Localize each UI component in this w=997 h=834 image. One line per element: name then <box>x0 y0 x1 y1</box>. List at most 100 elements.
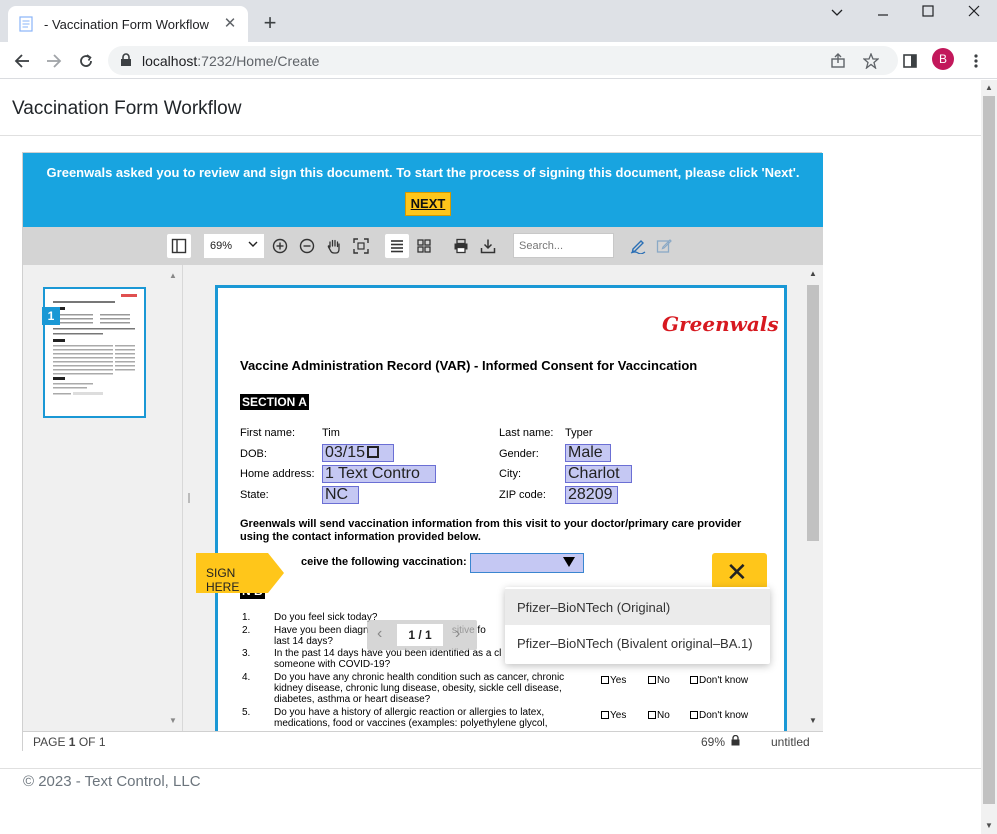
question-number: 5. <box>242 707 251 718</box>
page-thumbnail[interactable]: 1 <box>42 287 146 418</box>
reload-icon[interactable] <box>73 48 99 74</box>
banner-text: Greenwals asked you to review and sign t… <box>46 165 800 180</box>
zip-label: ZIP code: <box>499 489 546 501</box>
status-document-name: untitled <box>771 735 810 749</box>
profile-avatar[interactable]: B <box>932 48 954 70</box>
vaccination-options-dropdown: Pfizer–BioNTech (Original) Pfizer–BioNTe… <box>505 587 770 664</box>
question-number: 3. <box>242 648 251 659</box>
city-field[interactable]: Charlot <box>565 465 632 483</box>
thumbnail-pane: 1 <box>23 265 183 731</box>
document-title: Vaccine Administration Record (VAR) - In… <box>240 358 698 373</box>
sign-here-tag[interactable]: SIGN HERE <box>196 553 268 594</box>
first-name-label: First name: <box>240 427 296 439</box>
question-number: 1. <box>242 612 251 623</box>
zoom-select[interactable]: 69% <box>204 234 264 258</box>
chevron-down-icon <box>248 239 258 250</box>
thumb-scroll-down-icon[interactable]: ▼ <box>169 716 177 725</box>
calendar-icon <box>367 446 380 458</box>
thumbnail-page-number: 1 <box>42 307 60 325</box>
state-field[interactable]: NC <box>322 486 359 504</box>
close-window-icon[interactable] <box>951 4 997 26</box>
yes-checkbox[interactable]: Yes <box>601 675 626 686</box>
doc-scroll-up-icon[interactable]: ▲ <box>809 269 817 278</box>
edit-form-icon[interactable] <box>652 234 676 258</box>
browser-tab-bar: - Vaccination Form Workflow ✕ + <box>0 0 997 42</box>
info-paragraph: Greenwals will send vaccination informat… <box>240 518 742 543</box>
page-scrollbar-thumb[interactable] <box>983 96 995 804</box>
footer-text: © 2023 - Text Control, LLC <box>23 773 201 790</box>
document-icon <box>18 16 34 32</box>
toggle-sidebar-icon[interactable] <box>167 234 191 258</box>
single-page-view-icon[interactable] <box>385 234 409 258</box>
last-name-value: Typer <box>565 427 593 439</box>
zoom-out-icon[interactable] <box>295 234 319 258</box>
scroll-up-arrow-icon[interactable]: ▲ <box>983 82 995 94</box>
sign-here-arrow <box>268 553 284 593</box>
close-tab-icon[interactable]: ✕ <box>222 16 238 32</box>
zip-field[interactable]: 28209 <box>565 486 618 504</box>
clear-signature-button[interactable]: ✕ <box>712 553 767 589</box>
omnibox[interactable]: localhost:7232/Home/Create <box>108 46 898 75</box>
vaccination-dropdown[interactable] <box>470 553 584 573</box>
maximize-icon[interactable] <box>905 4 951 26</box>
forward-arrow-icon[interactable] <box>41 48 67 74</box>
document-scrollbar-thumb[interactable] <box>807 285 819 541</box>
dropdown-arrow-icon <box>563 557 575 567</box>
print-icon[interactable] <box>449 234 473 258</box>
share-icon[interactable] <box>828 51 848 71</box>
chevron-left-icon[interactable]: ‹ <box>377 625 382 643</box>
page-number-display: 1 / 1 <box>397 624 443 646</box>
no-checkbox[interactable]: No <box>648 710 670 721</box>
star-icon[interactable] <box>861 51 881 71</box>
search-input[interactable]: Search... <box>513 233 614 258</box>
document-page: Greenwals Vaccine Administration Record … <box>215 285 787 731</box>
status-page-indicator: PAGE 1 OF 1 <box>33 735 106 749</box>
close-icon: ✕ <box>726 557 748 587</box>
dropdown-option[interactable]: Pfizer–BioNTech (Bivalent original–BA.1) <box>505 625 770 661</box>
grid-view-icon[interactable] <box>412 234 436 258</box>
last-name-label: Last name: <box>499 427 554 439</box>
viewer-toolbar: 69% Search... <box>23 227 823 265</box>
minimize-icon[interactable] <box>860 4 906 26</box>
splitter-grip[interactable] <box>188 493 190 503</box>
chevron-right-icon[interactable]: › <box>455 625 460 643</box>
home-address-label: Home address: <box>240 468 315 480</box>
zoom-in-icon[interactable] <box>268 234 292 258</box>
dob-field[interactable]: 03/15 <box>322 444 394 462</box>
dropdown-option[interactable]: Pfizer–BioNTech (Original) <box>505 589 770 625</box>
pan-hand-icon[interactable] <box>322 234 346 258</box>
question-text: Do you have any chronic health condition… <box>274 672 565 705</box>
doc-scroll-down-icon[interactable]: ▼ <box>809 716 817 725</box>
yes-checkbox[interactable]: Yes <box>601 710 626 721</box>
gender-field[interactable]: Male <box>565 444 611 462</box>
question-number: 2. <box>242 625 251 636</box>
signing-banner: Greenwals asked you to review and sign t… <box>23 153 823 227</box>
header-divider <box>0 135 981 136</box>
lock-icon <box>120 53 132 72</box>
tab-title: - Vaccination Form Workflow <box>44 16 209 32</box>
more-menu-icon[interactable] <box>963 48 989 74</box>
fit-page-icon[interactable] <box>349 234 373 258</box>
dont-know-checkbox[interactable]: Don't know <box>690 710 748 721</box>
new-tab-icon[interactable]: + <box>258 12 282 36</box>
thumb-scroll-up-icon[interactable]: ▲ <box>169 271 177 280</box>
scroll-down-arrow-icon[interactable]: ▼ <box>983 820 995 832</box>
browser-tab[interactable]: - Vaccination Form Workflow ✕ <box>8 6 248 42</box>
signature-pen-icon[interactable] <box>626 234 650 258</box>
chevron-down-icon[interactable] <box>814 4 860 26</box>
no-checkbox[interactable]: No <box>648 675 670 686</box>
download-icon[interactable] <box>476 234 500 258</box>
page-title: Vaccination Form Workflow <box>12 98 242 119</box>
question-number: 4. <box>242 672 251 683</box>
receive-vaccination-label: ceive the following vaccination: <box>301 556 467 568</box>
home-address-field[interactable]: 1 Text Contro <box>322 465 436 483</box>
side-panel-icon[interactable] <box>897 48 923 74</box>
lock-icon <box>731 734 740 749</box>
gender-label: Gender: <box>499 448 539 460</box>
address-bar-row: localhost:7232/Home/Create <box>0 42 997 79</box>
greenwals-logo: Greenwals <box>662 312 779 336</box>
back-arrow-icon[interactable] <box>9 48 35 74</box>
next-button[interactable]: NEXT <box>405 192 451 216</box>
dont-know-checkbox[interactable]: Don't know <box>690 675 748 686</box>
first-name-value: Tim <box>322 427 340 439</box>
